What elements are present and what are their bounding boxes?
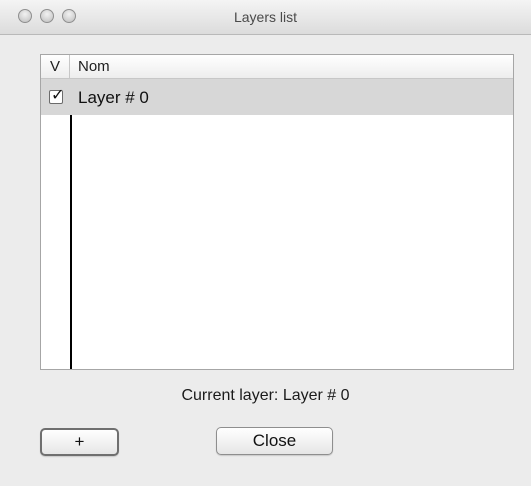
column-divider: [70, 79, 72, 369]
column-header-name[interactable]: Nom: [78, 55, 110, 78]
layers-list-window: Layers list V Nom ✓ Layer # 0 Current la…: [0, 0, 531, 486]
table-header: V Nom: [41, 55, 513, 79]
add-layer-button[interactable]: +: [40, 428, 119, 456]
layer-name: Layer # 0: [78, 88, 149, 107]
layers-table: V Nom ✓ Layer # 0: [40, 54, 514, 370]
window-title: Layers list: [233, 9, 298, 25]
current-layer-label: Current layer: Layer # 0: [181, 387, 350, 404]
visibility-checkbox[interactable]: ✓: [49, 87, 64, 104]
table-row[interactable]: ✓ Layer # 0: [41, 79, 513, 115]
close-button[interactable]: Close: [216, 427, 333, 455]
checkmark-icon: ✓: [51, 87, 65, 104]
title-bar: Layers list: [0, 0, 531, 35]
column-header-visible[interactable]: V: [41, 55, 70, 78]
